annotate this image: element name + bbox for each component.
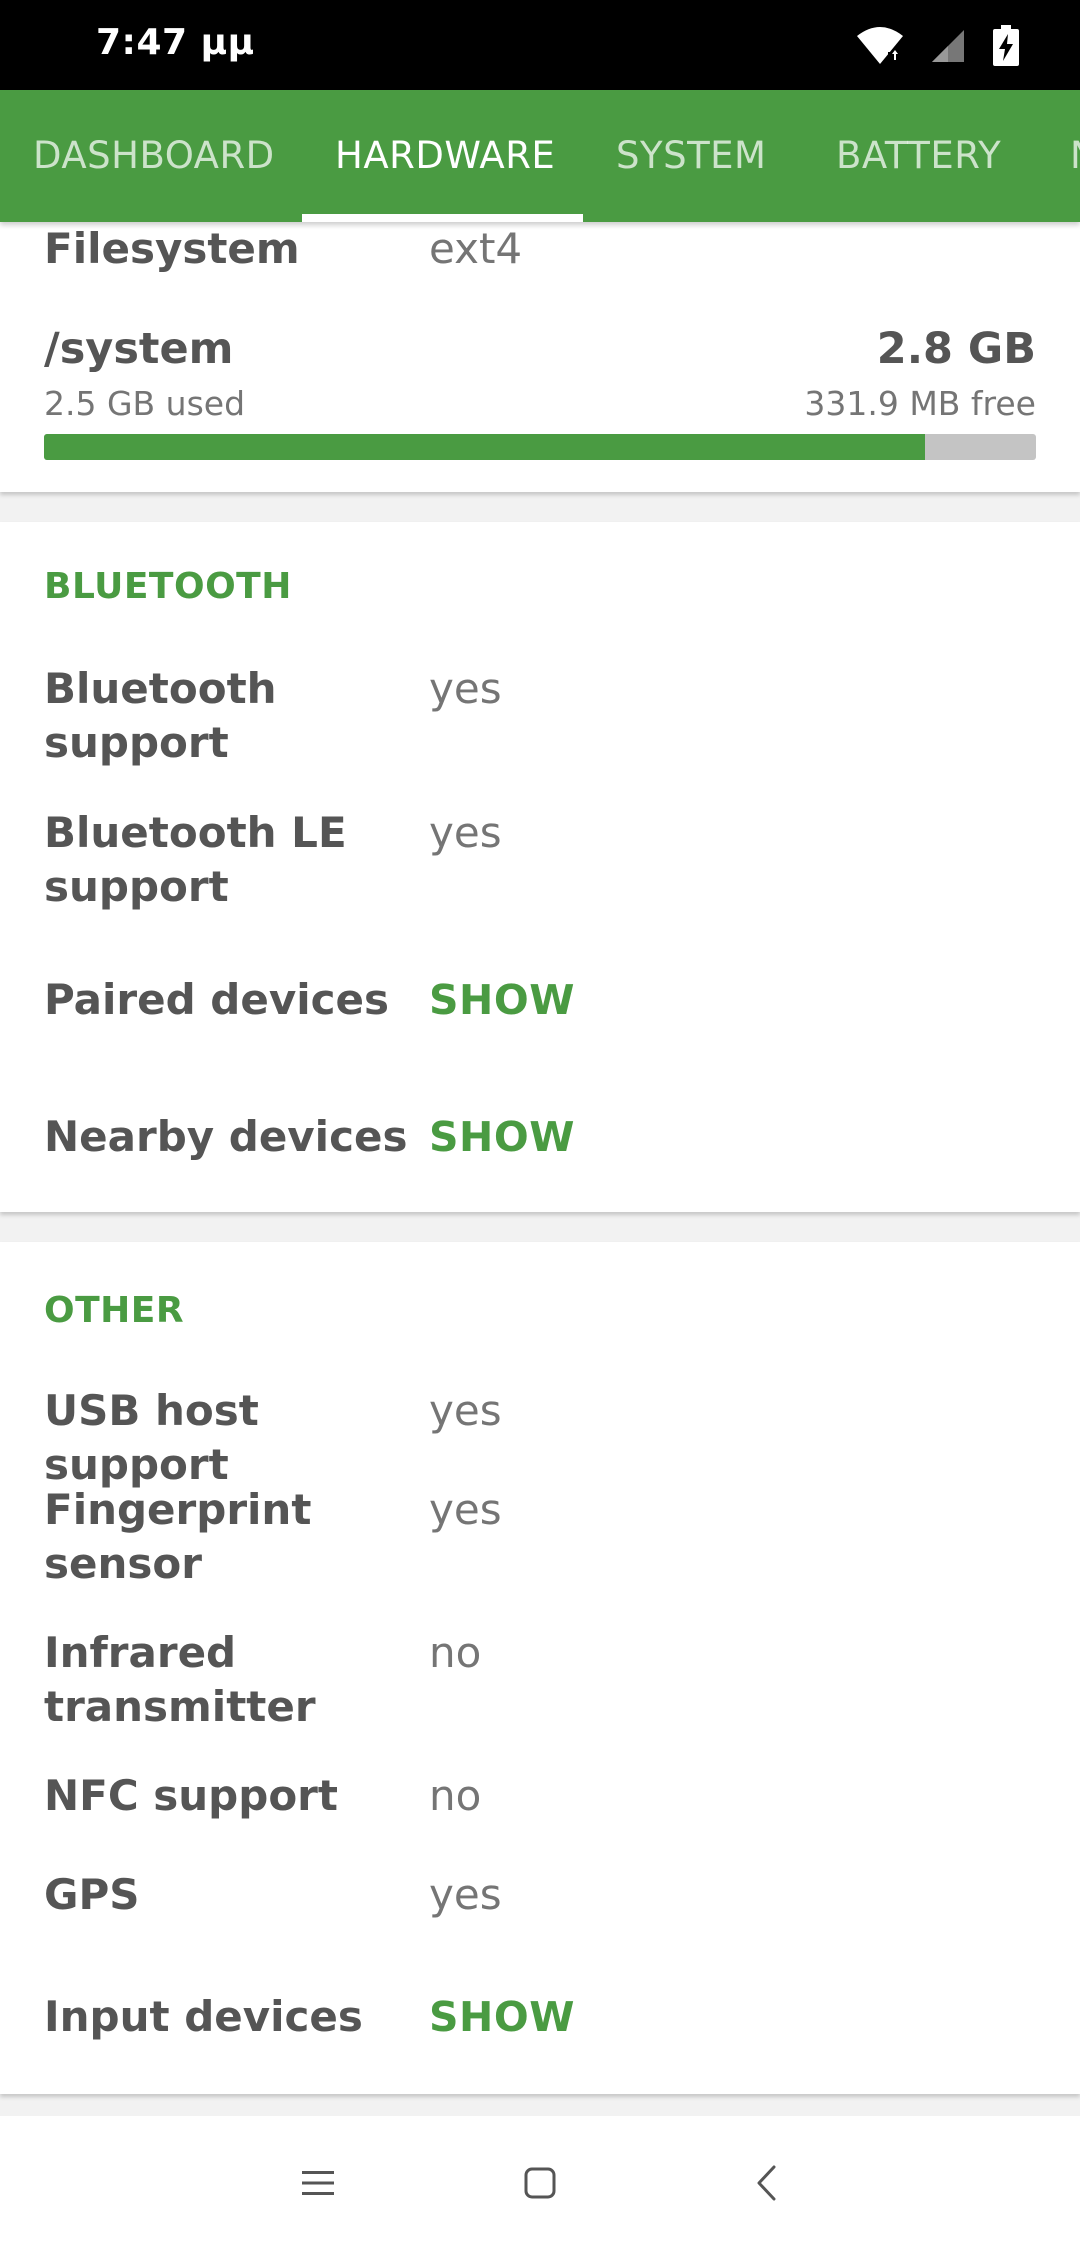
back-icon[interactable] — [732, 2148, 802, 2218]
battery-charging-icon — [992, 25, 1020, 67]
nearby-devices-label: Nearby devices — [44, 1112, 408, 1161]
gps-value: yes — [429, 1870, 502, 1919]
tab-hardware[interactable]: HARDWARE — [335, 90, 555, 222]
partition-total: 2.8 GB — [876, 324, 1036, 374]
infrared-transmitter-value: no — [429, 1628, 482, 1677]
wifi-icon — [856, 26, 904, 66]
other-card: OTHER USB host support yes Fingerprint s… — [0, 1242, 1080, 2094]
partition-name: /system — [44, 324, 234, 374]
bluetooth-le-support-value: yes — [429, 808, 502, 857]
partition-free: 331.9 MB free — [804, 384, 1036, 423]
usb-host-support-value: yes — [429, 1386, 502, 1435]
cell-signal-icon — [930, 28, 966, 64]
storage-card: Filesystem ext4 /system 2.8 GB 2.5 GB us… — [0, 222, 1080, 492]
menu-icon[interactable] — [283, 2148, 353, 2218]
partition-used: 2.5 GB used — [44, 384, 246, 423]
fingerprint-sensor-value: yes — [429, 1485, 502, 1534]
navigation-bar — [0, 2116, 1080, 2246]
bluetooth-support-value: yes — [429, 664, 502, 713]
tab-network[interactable]: N — [1070, 90, 1080, 222]
infrared-transmitter-label: Infrared transmitter — [44, 1628, 316, 1731]
status-icons — [856, 24, 1020, 68]
paired-devices-label: Paired devices — [44, 975, 389, 1024]
home-icon[interactable] — [505, 2148, 575, 2218]
tab-bar: DASHBOARD HARDWARE SYSTEM BATTERY N — [0, 90, 1080, 222]
nfc-support-label: NFC support — [44, 1771, 338, 1820]
fingerprint-sensor-label: Fingerprint sensor — [44, 1485, 312, 1588]
tab-battery[interactable]: BATTERY — [836, 90, 1001, 222]
tab-indicator — [302, 214, 583, 222]
section-header-bluetooth: BLUETOOTH — [44, 566, 292, 607]
storage-usage-bar — [44, 434, 1036, 460]
gps-label: GPS — [44, 1870, 140, 1919]
screen: 7:47 μμ DASHBOARD HARDWARE SYSTEM BATTER… — [0, 0, 1080, 2246]
filesystem-value: ext4 — [429, 224, 523, 273]
nearby-devices-show-button[interactable]: SHOW — [429, 1110, 575, 1164]
bluetooth-le-support-label: Bluetooth LE support — [44, 808, 347, 911]
section-header-other: OTHER — [44, 1290, 185, 1331]
tab-dashboard[interactable]: DASHBOARD — [33, 90, 275, 222]
input-devices-label: Input devices — [44, 1992, 363, 2041]
bluetooth-support-label: Bluetooth support — [44, 664, 277, 767]
input-devices-show-button[interactable]: SHOW — [429, 1990, 575, 2044]
bluetooth-card: BLUETOOTH Bluetooth support yes Bluetoot… — [0, 522, 1080, 1212]
usb-host-support-label: USB host support — [44, 1386, 259, 1489]
paired-devices-show-button[interactable]: SHOW — [429, 973, 575, 1027]
tab-system[interactable]: SYSTEM — [616, 90, 766, 222]
status-bar: 7:47 μμ — [0, 0, 1080, 90]
filesystem-label: Filesystem — [44, 224, 300, 273]
status-time: 7:47 μμ — [96, 22, 255, 63]
nfc-support-value: no — [429, 1771, 482, 1820]
storage-usage-fill — [44, 434, 925, 460]
